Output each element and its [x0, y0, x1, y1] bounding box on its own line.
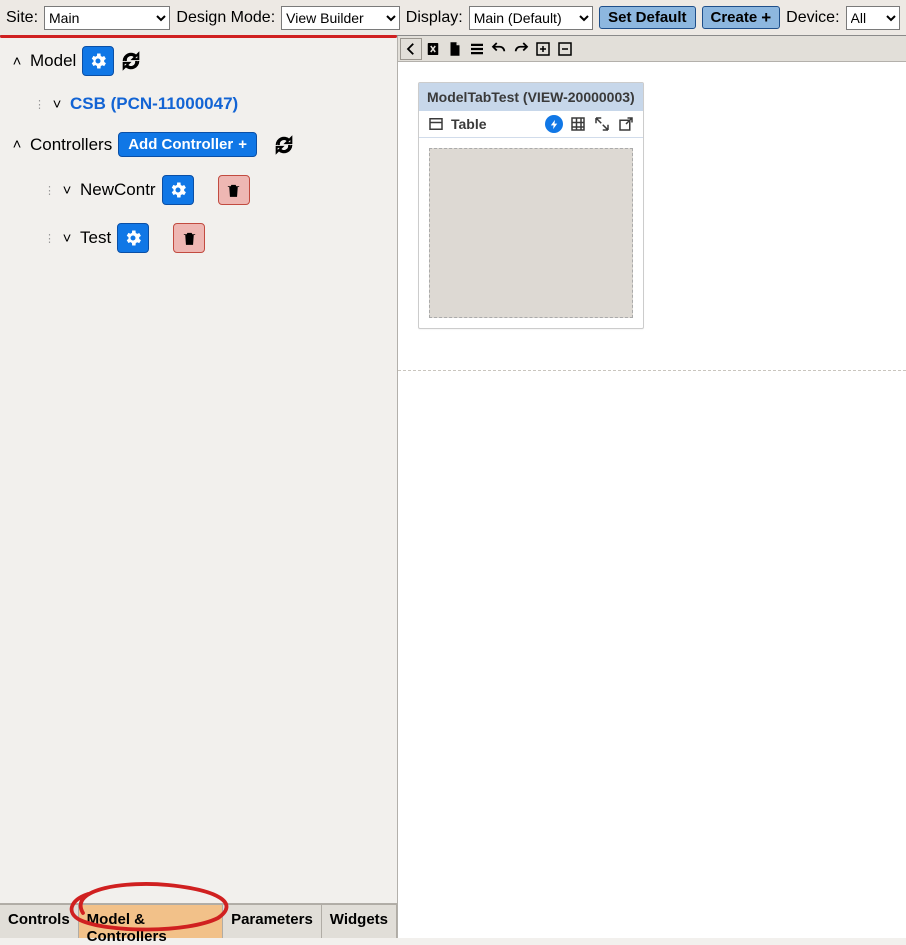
canvas-toolbar [398, 36, 906, 62]
design-mode-select[interactable]: View Builder [281, 6, 400, 30]
model-child-link[interactable]: CSB (PCN-11000047) [70, 94, 238, 114]
plus-icon: + [761, 9, 771, 26]
controller-node[interactable]: ⋮ ˅ NewContr [44, 175, 387, 205]
controller-name: NewContr [80, 180, 156, 200]
open-external-icon[interactable] [617, 115, 635, 133]
model-child-node[interactable]: ⋮ ˅ CSB (PCN-11000047) [34, 94, 387, 114]
bolt-icon[interactable] [545, 115, 563, 133]
table-placeholder [419, 138, 643, 328]
design-canvas[interactable]: ModelTabTest (VIEW-20000003) Table [398, 62, 906, 938]
controller-name: Test [80, 228, 111, 248]
chevron-up-icon[interactable]: ˄ [10, 53, 24, 70]
chevron-up-icon[interactable]: ˄ [10, 136, 24, 153]
grid-icon[interactable] [569, 115, 587, 133]
chevron-down-icon[interactable]: ˅ [60, 182, 74, 199]
site-label: Site: [6, 9, 38, 27]
chevron-down-icon[interactable]: ˅ [60, 230, 74, 247]
display-select[interactable]: Main (Default) [469, 6, 593, 30]
widget-title: ModelTabTest (VIEW-20000003) [419, 83, 643, 111]
refresh-icon[interactable] [273, 134, 295, 156]
refresh-icon[interactable] [120, 50, 142, 72]
tab-controls[interactable]: Controls [0, 905, 79, 938]
top-toolbar: Site: Main Design Mode: View Builder Dis… [0, 0, 906, 36]
gear-icon[interactable] [162, 175, 194, 205]
annotation-red-underline [0, 35, 397, 38]
controllers-label: Controllers [30, 135, 112, 155]
display-label: Display: [406, 9, 463, 27]
tab-parameters[interactable]: Parameters [223, 905, 322, 938]
remove-box-icon[interactable] [554, 38, 576, 60]
list-icon[interactable] [466, 38, 488, 60]
device-label: Device: [786, 9, 839, 27]
canvas-divider [398, 370, 906, 371]
design-mode-label: Design Mode: [176, 9, 275, 27]
tab-widgets[interactable]: Widgets [322, 905, 397, 938]
undo-icon[interactable] [488, 38, 510, 60]
site-select[interactable]: Main [44, 6, 170, 30]
widget-type: Table [451, 116, 487, 132]
redo-icon[interactable] [510, 38, 532, 60]
controller-node[interactable]: ⋮ ˅ Test [44, 223, 387, 253]
gear-icon[interactable] [82, 46, 114, 76]
model-node[interactable]: ˄ Model [10, 46, 387, 76]
delete-button[interactable] [218, 175, 250, 205]
gear-icon[interactable] [117, 223, 149, 253]
delete-icon[interactable] [422, 38, 444, 60]
right-panel: ModelTabTest (VIEW-20000003) Table [398, 36, 906, 938]
chevron-left-icon[interactable] [400, 38, 422, 60]
device-select[interactable]: All [846, 6, 900, 30]
left-panel-tabs: Controls Model & Controllers Parameters … [0, 904, 397, 938]
chevron-down-icon[interactable]: ˅ [50, 96, 64, 113]
table-icon [427, 115, 445, 133]
set-default-button[interactable]: Set Default [599, 6, 695, 29]
left-panel: ˄ Model ⋮ ˅ CSB (PCN-11000047) ˄ Control… [0, 36, 398, 938]
tree-view: ˄ Model ⋮ ˅ CSB (PCN-11000047) ˄ Control… [0, 36, 397, 904]
create-button[interactable]: Create+ [702, 6, 781, 29]
controllers-node[interactable]: ˄ Controllers Add Controller+ [10, 132, 387, 157]
delete-button[interactable] [173, 223, 205, 253]
page-icon[interactable] [444, 38, 466, 60]
expand-in-icon[interactable] [593, 115, 611, 133]
add-controller-button[interactable]: Add Controller+ [118, 132, 257, 157]
plus-icon: + [238, 136, 247, 153]
model-label: Model [30, 51, 76, 71]
tab-model-controllers[interactable]: Model & Controllers [79, 905, 223, 938]
view-widget[interactable]: ModelTabTest (VIEW-20000003) Table [418, 82, 644, 329]
add-box-icon[interactable] [532, 38, 554, 60]
